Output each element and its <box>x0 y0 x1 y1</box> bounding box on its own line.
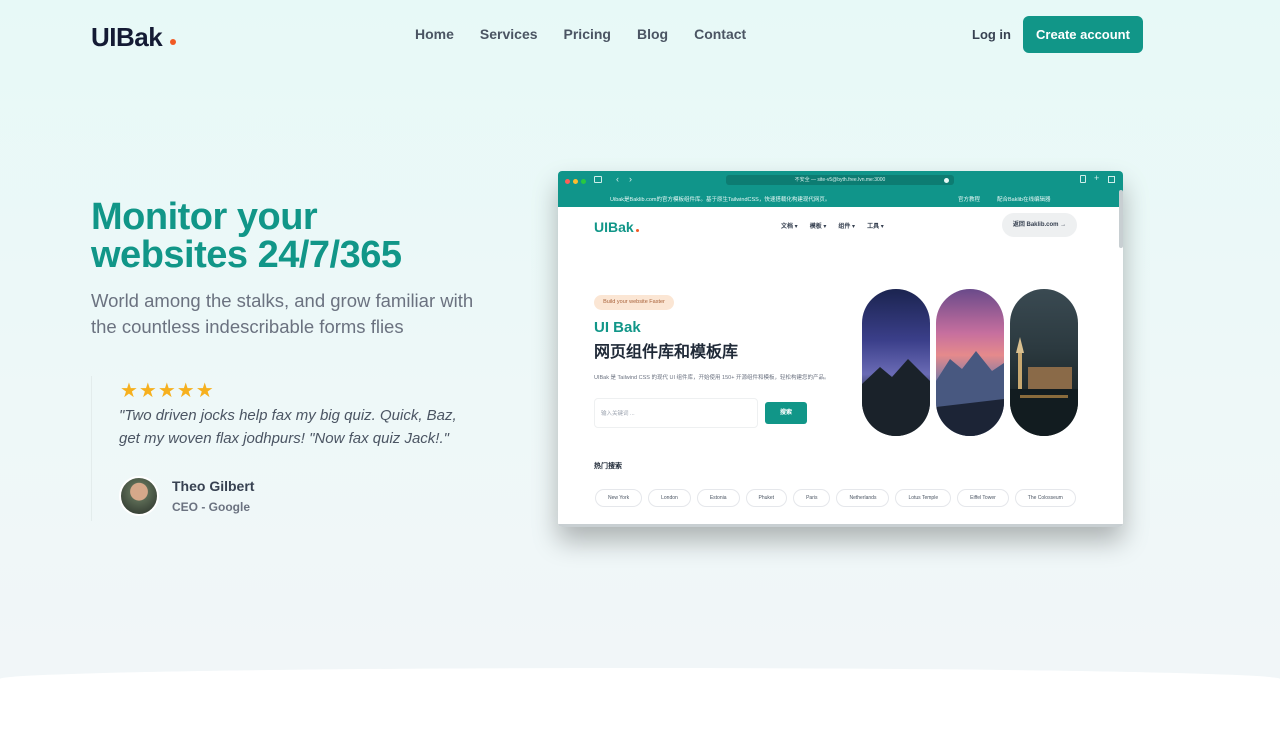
tabs-overview-icon <box>1108 176 1115 183</box>
nav-link-services[interactable]: Services <box>480 26 538 42</box>
rating-stars: ★★★★★ <box>120 380 215 402</box>
inner-search-button: 搜索 <box>765 402 807 424</box>
testimonial-quote: "Two driven jocks help fax my big quiz. … <box>119 407 457 447</box>
chip: Paris <box>793 489 831 507</box>
hero-subtitle: World among the stalks, and grow familia… <box>91 290 474 337</box>
inner-logo: UIBak <box>594 219 639 235</box>
close-dot-icon <box>565 179 570 184</box>
new-tab-icon: + <box>1094 173 1100 183</box>
top-navbar: UIBak Home Services Pricing Blog Contact… <box>91 16 1143 53</box>
inner-search-input: 输入关键词 ... <box>594 398 758 428</box>
chip: Lotus Temple <box>895 489 952 507</box>
reload-icon <box>944 178 949 183</box>
inner-heading2: 网页组件库和模板库 <box>594 344 739 361</box>
horizontal-scrollbar <box>558 524 1123 527</box>
nav-link-pricing[interactable]: Pricing <box>564 26 611 42</box>
share-icon <box>1080 175 1086 183</box>
nav-link-home[interactable]: Home <box>415 26 454 42</box>
notice-bar: Uibak是Baklib.com的官方模板组件库。基于原生TailwindCSS… <box>558 190 1123 207</box>
hero-title-line1: Monitor your <box>91 196 318 238</box>
forward-icon: › <box>629 174 632 184</box>
inner-navbar: UIBak 文档 ▾ 模板 ▾ 组件 ▾ 工具 ▾ 返回 Baklib.com … <box>558 207 1123 249</box>
address-bar: 不安全 — site-v5@byth.free.lvn.me:3000 <box>726 175 954 185</box>
minimize-dot-icon <box>573 179 578 184</box>
image-sunset-mountain <box>936 289 1004 436</box>
inner-chip-list: New York London Estonia Phuket Paris Net… <box>595 489 1095 507</box>
notice-text: Uibak是Baklib.com的官方模板组件库。基于原生TailwindCSS… <box>610 197 831 203</box>
chip: Phuket <box>745 489 788 507</box>
login-link[interactable]: Log in <box>972 27 1011 42</box>
nav-link-contact[interactable]: Contact <box>694 26 746 42</box>
hero-title-line2: websites 24/7/365 <box>91 234 402 276</box>
inner-heading1: UI Bak <box>594 319 641 336</box>
testimonial: ★★★★★ "Two driven jocks help fax my big … <box>91 376 491 521</box>
chip: The Colosseum <box>1014 489 1076 507</box>
logo-dot <box>170 39 177 45</box>
chip: New York <box>595 489 643 507</box>
brand-logo[interactable]: UIBak <box>91 22 177 53</box>
chip: London <box>648 489 691 507</box>
image-starry-mountain <box>862 289 930 436</box>
author-name: Theo Gilbert <box>172 478 255 494</box>
page-bottom-curve <box>0 668 1280 744</box>
inner-return-button: 返回 Baklib.com → <box>1002 213 1077 237</box>
chip: Netherlands <box>836 489 890 507</box>
nav-link-blog[interactable]: Blog <box>637 26 668 42</box>
inner-menu-templates: 模板 ▾ <box>809 224 827 230</box>
inner-tag: Build your website Faster <box>594 295 674 310</box>
nav-links: Home Services Pricing Blog Contact <box>415 26 746 42</box>
author-role: CEO - Google <box>172 500 250 514</box>
inner-description: UIBak 是 Tailwind CSS 的现代 UI 组件库，开始使用 150… <box>594 375 830 381</box>
browser-toolbar: ‹ › 不安全 — site-v5@byth.free.lvn.me:3000 … <box>558 171 1123 190</box>
hero-title: Monitor your websites 24/7/365 <box>91 198 402 274</box>
inner-menu-docs: 文档 ▾ <box>781 224 798 230</box>
inner-menu-tools: 工具 ▾ <box>867 224 884 230</box>
inner-hot-title: 热门搜索 <box>594 463 622 470</box>
logo-dot <box>635 229 639 232</box>
image-lake-village <box>1010 289 1078 436</box>
sidebar-icon <box>594 176 602 183</box>
inner-menu-components: 组件 ▾ <box>838 224 856 230</box>
back-icon: ‹ <box>616 174 619 184</box>
notice-link-editor: 配合Baklib在线编辑器 <box>997 197 1051 203</box>
create-account-button[interactable]: Create account <box>1023 16 1143 53</box>
maximize-dot-icon <box>581 179 586 184</box>
avatar <box>119 476 159 516</box>
chip: Estonia <box>696 489 740 507</box>
product-screenshot: ‹ › 不安全 — site-v5@byth.free.lvn.me:3000 … <box>558 171 1123 527</box>
notice-link-docs: 官方教程 <box>958 197 981 203</box>
inner-menu: 文档 ▾ 模板 ▾ 组件 ▾ 工具 ▾ <box>781 221 884 230</box>
chip: Eiffel Tower <box>957 489 1009 507</box>
